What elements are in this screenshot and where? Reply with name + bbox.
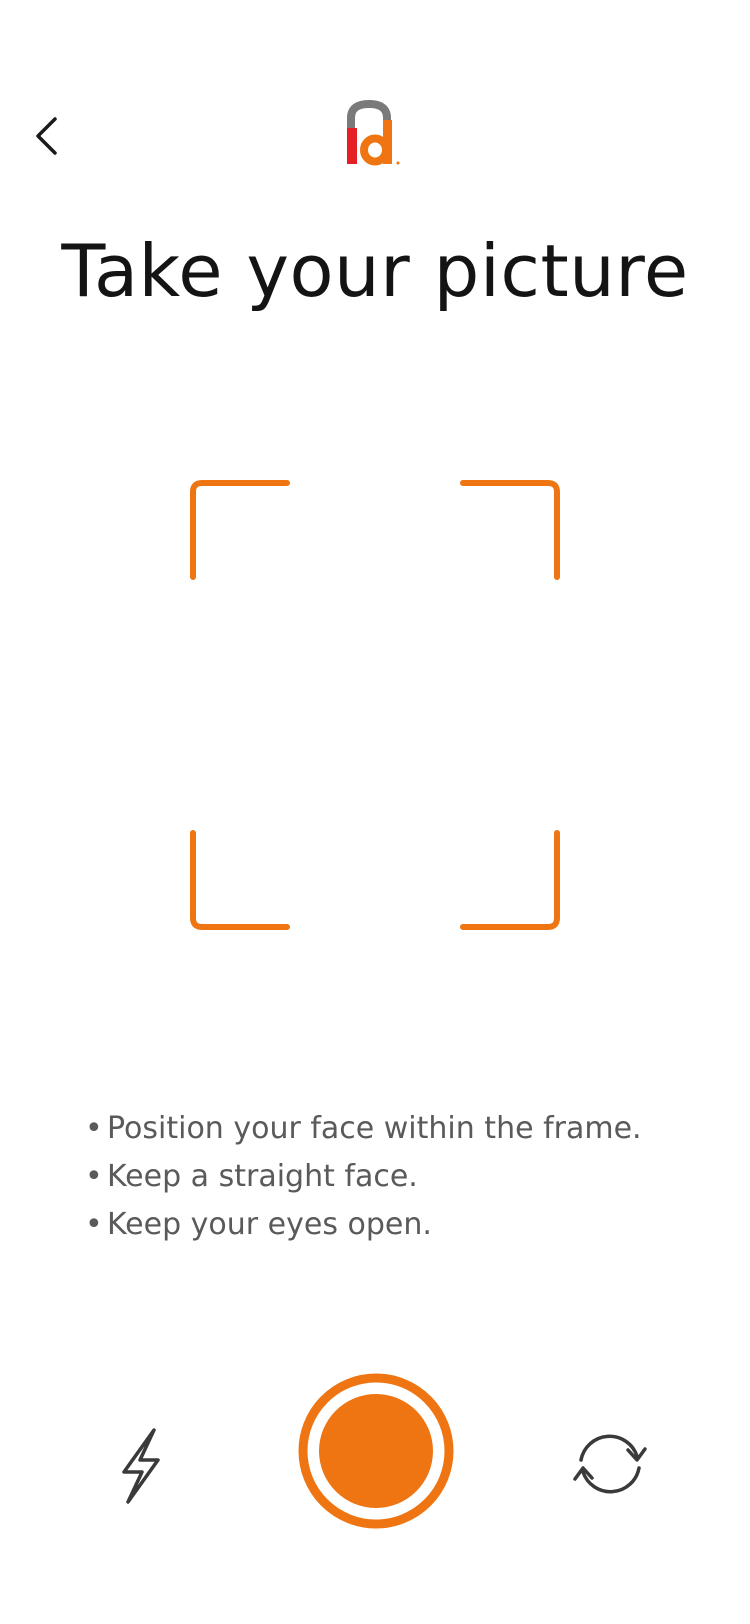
switch-camera-button[interactable] [568, 1426, 652, 1502]
instruction-item: • Keep a straight face. [85, 1153, 642, 1201]
bullet: • [85, 1111, 103, 1146]
flash-button[interactable] [108, 1424, 172, 1508]
shutter-icon [298, 1373, 454, 1529]
bullet: • [85, 1207, 103, 1242]
face-frame [190, 480, 560, 930]
instruction-item: • Position your face within the frame. [85, 1105, 642, 1153]
page-title: Take your picture [61, 229, 689, 313]
frame-corner-top-right [460, 480, 560, 580]
instruction-item: • Keep your eyes open. [85, 1201, 642, 1249]
instruction-text: Position your face within the frame. [107, 1111, 642, 1146]
chevron-left-icon [36, 117, 57, 155]
flash-icon [122, 1428, 160, 1504]
shutter-button[interactable] [296, 1371, 456, 1531]
instruction-text: Keep your eyes open. [107, 1207, 432, 1242]
instruction-text: Keep a straight face. [107, 1159, 418, 1194]
instructions-list: • Position your face within the frame. • K… [85, 1105, 642, 1249]
switch-camera-icon [573, 1434, 647, 1494]
frame-corner-bottom-left [190, 830, 290, 930]
bullet: • [85, 1159, 103, 1194]
back-button[interactable] [22, 106, 70, 166]
app-logo [347, 100, 400, 166]
frame-corner-bottom-right [460, 830, 560, 930]
frame-corner-top-left [190, 480, 290, 580]
